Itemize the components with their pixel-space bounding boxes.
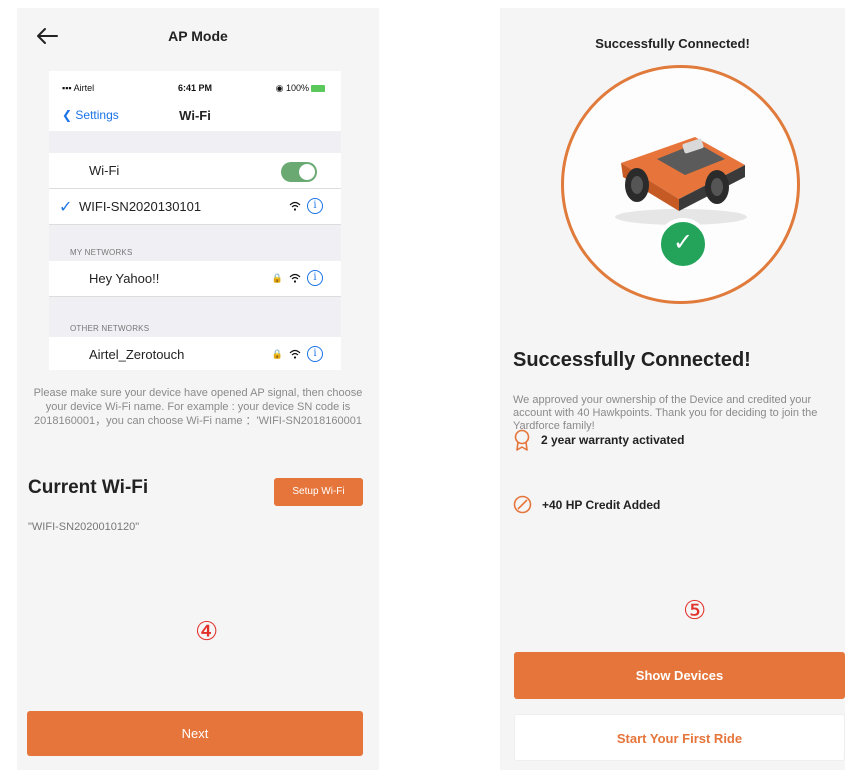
wifi-label: Wi-Fi [89,163,120,178]
ios-nav-title: Wi-Fi [179,108,211,123]
other-networks-label: OTHER NETWORKS [70,324,150,333]
network-row[interactable]: Hey Yahoo!! 🔒 i [49,261,341,297]
feature-label: +40 HP Credit Added [542,497,661,512]
my-networks-header: MY NETWORKS [49,225,341,261]
ap-mode-screen: AP Mode ▪▪▪ Airtel 6:41 PM ◉ 100% ❮ Sett… [17,8,379,770]
current-wifi-value: "WIFI-SN2020010120" [28,521,140,533]
battery-icon [311,85,325,93]
section-spacer [49,131,341,153]
wifi-settings-screenshot: ▪▪▪ Airtel 6:41 PM ◉ 100% ❮ Settings Wi-… [49,71,341,370]
award-icon [514,429,530,451]
success-description: We approved your ownership of the Device… [513,394,818,432]
mower-illustration: ✓ [561,65,800,304]
start-first-ride-button[interactable]: Start Your First Ride [514,714,845,761]
network-row[interactable]: Airtel_Zerotouch 🔒 i [49,337,341,370]
info-icon[interactable]: i [307,198,323,214]
next-button[interactable]: Next [27,711,363,756]
info-icon[interactable]: i [307,270,323,286]
step-marker: ④ [195,616,219,646]
lock-icon: 🔒 [271,348,283,359]
checkmark-icon: ✓ [59,199,73,216]
current-wifi-heading: Current Wi-Fi [28,477,149,498]
wifi-toggle-row: Wi-Fi [49,153,341,189]
ap-instructions: Please make sure your device have opened… [33,387,363,427]
setup-wifi-button[interactable]: Setup Wi-Fi [274,478,363,506]
network-name: Airtel_Zerotouch [89,347,185,362]
ios-nav-bar: ❮ Settings Wi-Fi [49,101,341,131]
ios-status-bar: ▪▪▪ Airtel 6:41 PM ◉ 100% [49,71,341,101]
credit-feature: +40 HP Credit Added [513,495,660,514]
wifi-toggle[interactable] [281,162,317,182]
warranty-feature: 2 year warranty activated [513,429,684,451]
connected-network-name: WIFI-SN2020130101 [79,199,202,214]
credit-slash-icon [513,495,532,514]
wifi-signal-icon [289,273,301,283]
feature-label: 2 year warranty activated [541,433,685,447]
battery-indicator: ◉ 100% [276,83,325,94]
robot-mower-icon [615,137,747,225]
wifi-signal-icon [289,349,301,359]
page-title: Successfully Connected! [595,36,750,51]
success-heading: Successfully Connected! [513,349,751,371]
step-marker: ⑤ [683,595,707,625]
page-title: AP Mode [168,28,228,44]
connected-network-row[interactable]: ✓ WIFI-SN2020130101 i [49,189,341,225]
lock-icon: 🔒 [271,272,283,283]
my-networks-label: MY NETWORKS [70,248,133,257]
show-devices-button[interactable]: Show Devices [514,652,845,699]
success-screen: Successfully Connected! ✓ Successfully C… [500,8,845,770]
other-networks-header: OTHER NETWORKS [49,297,341,337]
network-name: Hey Yahoo!! [89,271,160,286]
success-check-icon: ✓ [657,218,709,270]
info-icon[interactable]: i [307,346,323,362]
wifi-signal-icon [289,201,301,211]
